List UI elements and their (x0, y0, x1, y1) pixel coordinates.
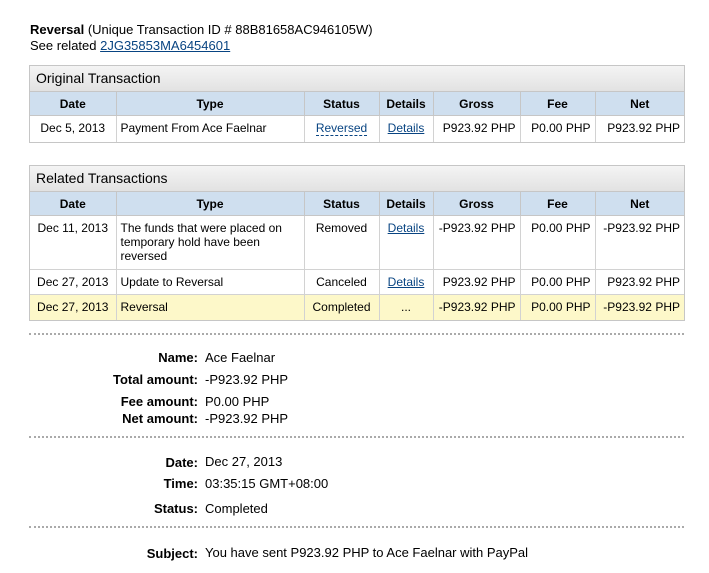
col-header-fee: Fee (519, 192, 596, 216)
col-header-status: Status (303, 92, 380, 116)
col-header-net: Net (594, 192, 684, 216)
divider (29, 526, 684, 528)
cell-date: Dec 11, 2013 (30, 215, 117, 270)
status-value: Completed (205, 501, 268, 516)
cell-type: Reversal (115, 294, 305, 320)
cell-details: ... (378, 294, 434, 320)
details-link[interactable]: Details (388, 121, 425, 135)
related-transactions-title: Related Transactions (30, 166, 684, 192)
details-link[interactable]: Details (388, 221, 425, 235)
table-row: Dec 27, 2013 Update to Reversal Canceled… (30, 269, 684, 295)
table-row: Dec 5, 2013 Payment From Ace Faelnar Rev… (30, 115, 684, 142)
cell-type: Update to Reversal (115, 269, 305, 295)
cell-type: Payment From Ace Faelnar (115, 115, 305, 142)
cell-gross: P923.92 PHP (432, 115, 521, 142)
name-value: Ace Faelnar (205, 350, 276, 365)
cell-fee: P0.00 PHP (519, 294, 596, 320)
cell-date: Dec 27, 2013 (30, 294, 117, 320)
cell-status: Completed (303, 294, 380, 320)
table-header-row: Date Type Status Details Gross Fee Net (30, 192, 684, 216)
col-header-fee: Fee (519, 92, 596, 116)
time-value: 03:35:15 GMT+08:00 (205, 476, 329, 491)
date-value: Dec 27, 2013 (205, 454, 283, 469)
page-title: Reversal (Unique Transaction ID # 88B816… (30, 22, 373, 37)
cell-net: -P923.92 PHP (594, 215, 684, 270)
col-header-date: Date (30, 192, 117, 216)
cell-gross: -P923.92 PHP (432, 215, 521, 270)
table-row-current: Dec 27, 2013 Reversal Completed ... -P92… (30, 294, 684, 320)
total-amount-label: Total amount: (113, 372, 198, 387)
fee-amount-value: P0.00 PHP (205, 394, 270, 409)
cell-status: Removed (303, 215, 380, 270)
cell-status: Reversed (303, 115, 380, 142)
name-label: Name: (158, 350, 198, 365)
divider (29, 333, 684, 335)
col-header-details: Details (378, 92, 434, 116)
see-related: See related 2JG35853MA6454601 (30, 38, 230, 53)
net-amount-value: -P923.92 PHP (205, 411, 289, 426)
original-transaction-panel: Original Transaction Date Type Status De… (29, 65, 685, 143)
table-row: Dec 11, 2013 The funds that were placed … (30, 215, 684, 270)
status-label: Status: (153, 501, 198, 516)
related-transactions-table: Date Type Status Details Gross Fee Net D… (30, 192, 684, 320)
related-transactions-panel: Related Transactions Date Type Status De… (29, 165, 685, 321)
cell-date: Dec 27, 2013 (30, 269, 117, 295)
total-amount-value: -P923.92 PHP (205, 372, 289, 387)
cell-fee: P0.00 PHP (519, 115, 596, 142)
col-header-gross: Gross (432, 92, 521, 116)
divider (29, 436, 684, 438)
cell-net: P923.92 PHP (594, 269, 684, 295)
cell-gross: -P923.92 PHP (432, 294, 521, 320)
col-header-net: Net (594, 92, 684, 116)
cell-date: Dec 5, 2013 (30, 115, 117, 142)
date-label: Date: (165, 455, 198, 470)
cell-details: Details (378, 115, 434, 142)
col-header-date: Date (30, 92, 117, 116)
col-header-type: Type (115, 192, 305, 216)
subject-value: You have sent P923.92 PHP to Ace Faelnar… (205, 545, 529, 560)
related-transaction-link[interactable]: 2JG35853MA6454601 (100, 38, 230, 53)
time-label: Time: (163, 476, 198, 491)
status-reversed-link[interactable]: Reversed (315, 121, 368, 136)
col-header-status: Status (303, 192, 380, 216)
cell-net: P923.92 PHP (594, 115, 684, 142)
cell-details: Details (378, 269, 434, 295)
cell-type: The funds that were placed on temporary … (115, 215, 305, 270)
net-amount-label: Net amount: (122, 411, 198, 426)
cell-fee: P0.00 PHP (519, 269, 596, 295)
col-header-details: Details (378, 192, 434, 216)
cell-fee: P0.00 PHP (519, 215, 596, 270)
table-header-row: Date Type Status Details Gross Fee Net (30, 92, 684, 116)
cell-status: Canceled (303, 269, 380, 295)
title-type: Reversal (30, 22, 85, 37)
title-transaction-id: (Unique Transaction ID # 88B81658AC94610… (84, 22, 373, 37)
cell-details: Details (378, 215, 434, 270)
cell-gross: P923.92 PHP (432, 269, 521, 295)
details-link[interactable]: Details (388, 275, 425, 289)
col-header-type: Type (115, 92, 305, 116)
original-transaction-table: Date Type Status Details Gross Fee Net D… (30, 92, 684, 142)
col-header-gross: Gross (432, 192, 521, 216)
fee-amount-label: Fee amount: (120, 394, 198, 409)
cell-net: -P923.92 PHP (594, 294, 684, 320)
see-related-label: See related (30, 38, 101, 53)
original-transaction-title: Original Transaction (30, 66, 684, 92)
subject-label: Subject: (146, 546, 198, 561)
